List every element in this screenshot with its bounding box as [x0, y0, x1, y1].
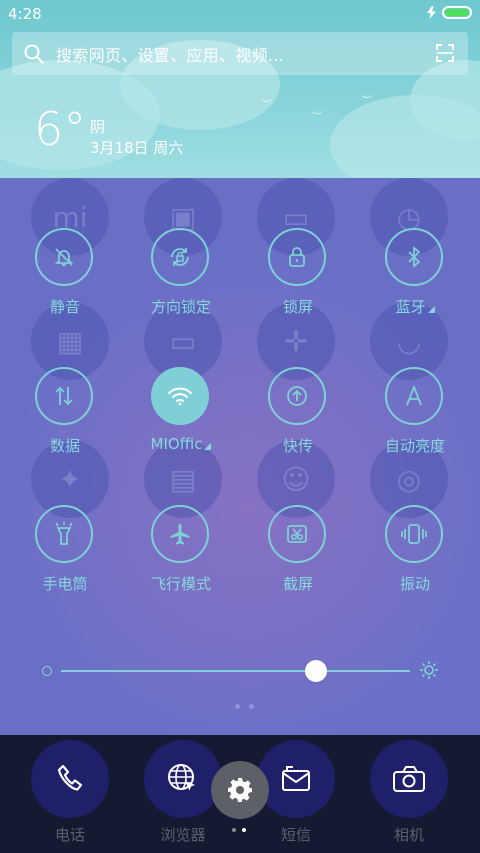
dock-label: 短信	[280, 826, 311, 844]
weather-temperature: 6°	[34, 102, 87, 156]
toggle-label: 方向锁定	[150, 298, 211, 316]
battery-icon	[442, 6, 472, 19]
toggle-label: 飞行模式	[150, 575, 211, 593]
toggle-label: 自动亮度	[384, 437, 445, 455]
settings-button[interactable]	[211, 761, 269, 819]
panel-page-indicator	[235, 704, 254, 709]
weather-condition: 阴	[90, 118, 106, 136]
toggle-bluetooth[interactable]: 蓝牙	[359, 228, 471, 328]
bird-decoration: ︶	[362, 96, 372, 107]
flashlight-icon	[55, 522, 73, 545]
search-bar[interactable]: 搜索网页、设置、应用、视频...	[12, 32, 468, 75]
toggle-vibrate[interactable]: 振动	[359, 505, 471, 605]
share-icon	[287, 386, 307, 406]
toggle-rotation-lock[interactable]: 方向锁定	[125, 228, 237, 328]
toggle-wifi[interactable]: MIOffic	[125, 367, 237, 467]
toggle-label: 手电筒	[42, 575, 88, 593]
brightness-slider-thumb[interactable]	[304, 660, 327, 682]
toggle-label: 快传	[282, 437, 313, 455]
toggle-flashlight[interactable]: 手电筒	[9, 505, 121, 605]
dock-label: 电话	[54, 826, 85, 844]
more-indicator	[204, 443, 212, 450]
bluetooth-icon	[408, 246, 421, 268]
toggle-label: 截屏	[282, 575, 313, 593]
status-time: 4:28	[8, 5, 42, 23]
lock-icon	[289, 247, 305, 267]
brightness-min-icon	[42, 666, 52, 676]
toggle-label: 蓝牙	[359, 296, 471, 317]
more-indicator	[427, 306, 435, 313]
status-bar: 4:28	[0, 0, 480, 28]
home-page-indicator	[232, 828, 246, 832]
auto-brightness-icon	[406, 385, 422, 406]
toggle-label: 锁屏	[282, 298, 313, 316]
toggle-screenshot[interactable]: 截屏	[242, 505, 354, 605]
quick-settings-panel: mi ▣ ▭ ◷ ▦ ▭ ✛ ◡ ✦ ▤ ☺ ◎ 静音 方向锁定 锁屏 蓝牙 数…	[0, 178, 480, 735]
camera-icon	[393, 766, 425, 792]
toggle-lock-screen[interactable]: 锁屏	[242, 228, 354, 328]
airplane-icon	[170, 524, 190, 545]
browser-icon	[168, 764, 195, 791]
dock-label: 浏览器	[160, 826, 206, 844]
toggle-quick-share[interactable]: 快传	[242, 367, 354, 467]
scan-icon[interactable]	[436, 44, 454, 62]
dock-label: 相机	[393, 826, 424, 844]
wifi-icon	[168, 387, 192, 406]
toggle-mobile-data[interactable]: 数据	[9, 367, 121, 467]
bell-off-icon	[54, 248, 74, 266]
mobile-data-icon	[55, 386, 73, 406]
brightness-max-icon	[420, 661, 438, 679]
screenshot-icon	[287, 525, 307, 543]
bird-decoration: ︶	[262, 100, 272, 111]
toggle-label: 静音	[49, 298, 80, 316]
toggle-label: 振动	[399, 575, 430, 593]
toggle-silent[interactable]: 静音	[9, 228, 121, 328]
bird-decoration: ︶	[312, 112, 322, 123]
message-icon	[282, 766, 310, 791]
search-icon	[24, 44, 44, 64]
phone-icon	[57, 764, 83, 791]
rotation-lock-icon	[171, 248, 189, 266]
toggle-auto-brightness[interactable]: 自动亮度	[359, 367, 471, 467]
gear-icon	[228, 778, 252, 802]
toggle-airplane-mode[interactable]: 飞行模式	[125, 505, 237, 605]
toggle-label: MIOffic	[125, 435, 237, 453]
brightness-slider-track[interactable]	[61, 670, 410, 672]
toggle-label: 数据	[49, 437, 80, 455]
weather-date: 3月18日 周六	[90, 139, 184, 157]
search-placeholder: 搜索网页、设置、应用、视频...	[56, 45, 285, 65]
charging-icon	[427, 6, 436, 19]
vibrate-icon	[401, 524, 427, 544]
